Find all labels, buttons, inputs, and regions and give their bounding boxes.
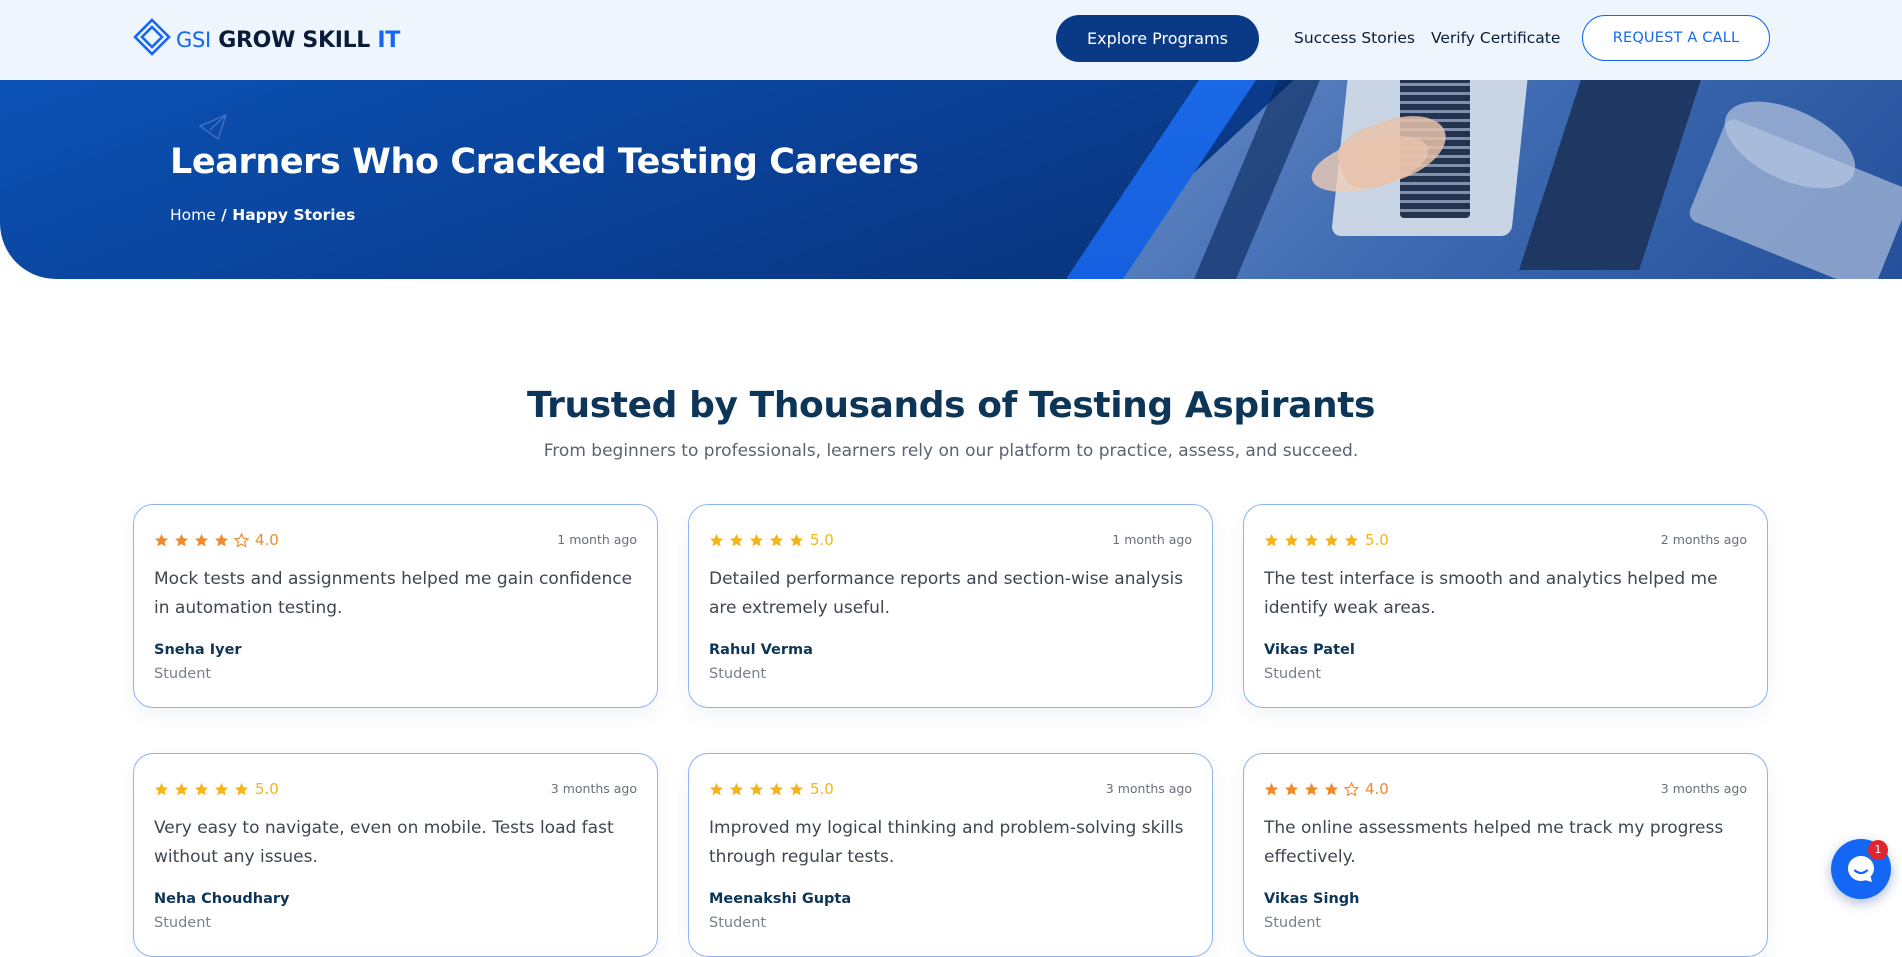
- star-filled-icon: [709, 782, 724, 795]
- review-text: Detailed performance reports and section…: [709, 569, 1184, 618]
- star-filled-icon: [174, 533, 189, 546]
- nav-success-stories[interactable]: Success Stories: [1294, 29, 1415, 47]
- review-card: 5.0 2 months ago The test interface is s…: [1243, 504, 1768, 708]
- logo[interactable]: GSI GROW SKILL IT: [132, 17, 400, 63]
- reviewer-role: Student: [1264, 915, 1322, 931]
- star-filled-icon: [709, 533, 724, 546]
- review-date: 2 months ago: [1660, 532, 1747, 547]
- logo-text: GSI GROW SKILL IT: [176, 28, 400, 53]
- star-filled-icon: [749, 782, 764, 795]
- review-text: The online assessments helped me track m…: [1264, 818, 1724, 867]
- star-rating: 5.0: [709, 531, 834, 549]
- star-filled-icon: [214, 533, 229, 546]
- star-filled-icon: [1264, 533, 1279, 546]
- star-filled-icon: [194, 533, 209, 546]
- nav-verify-certificate[interactable]: Verify Certificate: [1431, 29, 1560, 47]
- star-empty-icon: [234, 532, 249, 548]
- star-filled-icon: [1304, 782, 1319, 795]
- star-rating: 5.0: [709, 780, 834, 798]
- review-date: 3 months ago: [550, 781, 637, 796]
- navbar: GSI GROW SKILL IT Explore Programs Succe…: [0, 0, 1902, 80]
- rating-value: 5.0: [810, 780, 834, 798]
- review-card: 5.0 3 months ago Very easy to navigate, …: [133, 753, 658, 957]
- star-filled-icon: [174, 782, 189, 795]
- reviewer-role: Student: [154, 666, 212, 682]
- rating-value: 5.0: [1365, 531, 1389, 549]
- star-filled-icon: [729, 533, 744, 546]
- star-filled-icon: [1304, 533, 1319, 546]
- explore-programs-button[interactable]: Explore Programs: [1056, 15, 1259, 62]
- reviewer-name: Vikas Patel: [1264, 642, 1355, 658]
- reviewer-name: Neha Choudhary: [154, 891, 290, 907]
- reviewer-name: Meenakshi Gupta: [709, 891, 852, 907]
- breadcrumb: Home / Happy Stories: [170, 206, 355, 224]
- star-filled-icon: [1284, 533, 1299, 546]
- rating-value: 4.0: [255, 531, 279, 549]
- star-filled-icon: [154, 533, 169, 546]
- reviewer-name: Rahul Verma: [709, 642, 813, 658]
- star-filled-icon: [1324, 782, 1339, 795]
- star-filled-icon: [214, 782, 229, 795]
- star-filled-icon: [769, 533, 784, 546]
- star-filled-icon: [789, 782, 804, 795]
- review-date: 1 month ago: [557, 532, 637, 547]
- star-filled-icon: [1344, 533, 1359, 546]
- star-rating: 5.0: [1264, 531, 1389, 549]
- star-rating: 5.0: [154, 780, 279, 798]
- reviewer-role: Student: [154, 915, 212, 931]
- star-rating: 4.0: [1264, 780, 1389, 798]
- star-rating: 4.0: [154, 531, 279, 549]
- review-date: 3 months ago: [1660, 781, 1747, 796]
- page-title: Learners Who Cracked Testing Careers: [170, 142, 919, 182]
- logo-grow: GROW: [218, 27, 296, 53]
- breadcrumb-separator: /: [215, 206, 233, 224]
- star-filled-icon: [194, 782, 209, 795]
- star-filled-icon: [234, 782, 249, 795]
- review-text: Improved my logical thinking and problem…: [709, 818, 1184, 867]
- logo-skill: SKILL: [295, 27, 378, 53]
- star-filled-icon: [154, 782, 169, 795]
- logo-gsi: GSI: [176, 27, 211, 52]
- chat-notification-badge: 1: [1868, 840, 1888, 860]
- reviewer-name: Sneha Iyer: [154, 642, 242, 658]
- reviewer-role: Student: [709, 666, 767, 682]
- review-card: 4.0 3 months ago The online assessments …: [1243, 753, 1768, 957]
- section-subtitle: From beginners to professionals, learner…: [543, 441, 1359, 461]
- rating-value: 5.0: [255, 780, 279, 798]
- logo-it: IT: [377, 27, 400, 53]
- reviewer-name: Vikas Singh: [1264, 891, 1360, 907]
- section-title: Trusted by Thousands of Testing Aspirant…: [526, 385, 1376, 426]
- breadcrumb-home[interactable]: Home: [170, 206, 216, 224]
- logo-mark-icon: [133, 18, 171, 56]
- star-filled-icon: [1284, 782, 1299, 795]
- rating-value: 4.0: [1365, 780, 1389, 798]
- review-card: 4.0 1 month ago Mock tests and assignmen…: [133, 504, 658, 708]
- star-filled-icon: [1324, 533, 1339, 546]
- review-text: Mock tests and assignments helped me gai…: [154, 569, 633, 618]
- request-call-button[interactable]: REQUEST A CALL: [1582, 15, 1770, 61]
- review-text: The test interface is smooth and analyti…: [1264, 569, 1718, 618]
- star-filled-icon: [769, 782, 784, 795]
- review-card: 5.0 1 month ago Detailed performance rep…: [688, 504, 1213, 708]
- rating-value: 5.0: [810, 531, 834, 549]
- star-filled-icon: [1264, 782, 1279, 795]
- review-date: 1 month ago: [1112, 532, 1192, 547]
- review-date: 3 months ago: [1105, 781, 1192, 796]
- review-card: 5.0 3 months ago Improved my logical thi…: [688, 753, 1213, 957]
- breadcrumb-current: Happy Stories: [232, 206, 356, 224]
- star-filled-icon: [789, 533, 804, 546]
- star-filled-icon: [749, 533, 764, 546]
- star-empty-icon: [1344, 781, 1359, 797]
- star-filled-icon: [729, 782, 744, 795]
- reviewer-role: Student: [1264, 666, 1322, 682]
- paper-plane-icon: [198, 113, 228, 141]
- reviewer-role: Student: [709, 915, 767, 931]
- review-text: Very easy to navigate, even on mobile. T…: [154, 818, 614, 867]
